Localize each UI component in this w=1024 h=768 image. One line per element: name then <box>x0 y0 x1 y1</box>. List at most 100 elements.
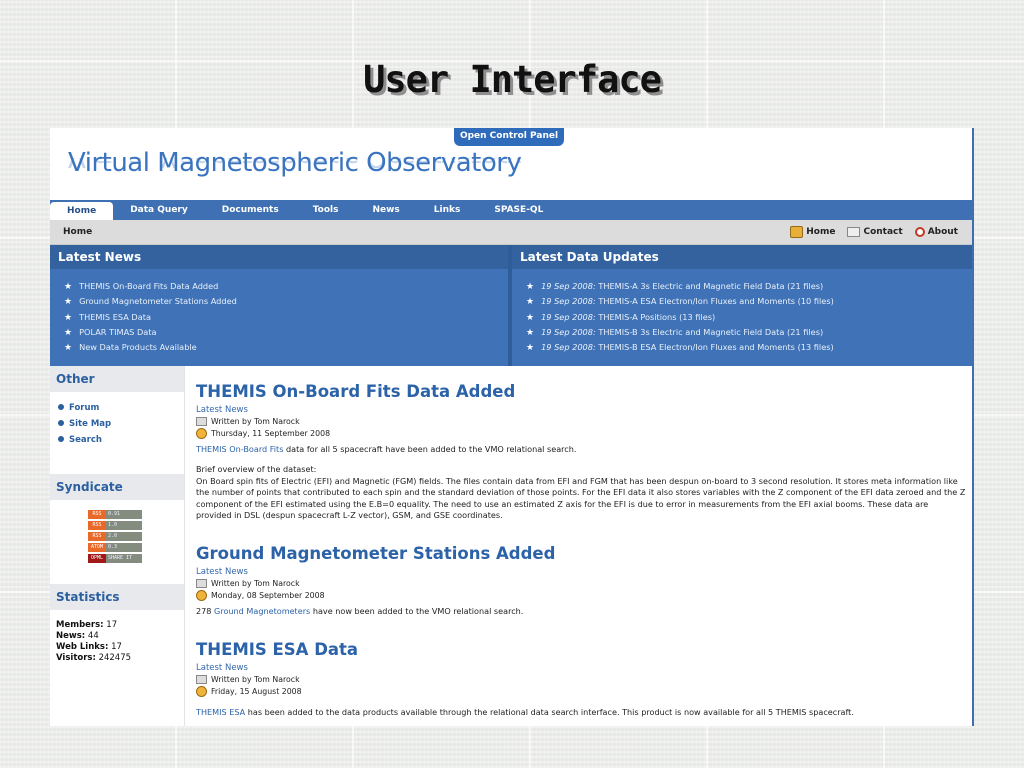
article-category[interactable]: Latest News <box>196 663 966 673</box>
article-title[interactable]: THEMIS On-Board Fits Data Added <box>196 382 966 401</box>
syndicate-heading: Syndicate <box>50 474 184 500</box>
nav-documents[interactable]: Documents <box>205 200 296 220</box>
update-count: (13 files) <box>679 311 716 322</box>
author-icon <box>196 675 207 684</box>
article-category[interactable]: Latest News <box>196 567 966 577</box>
feed-badge-type: ATOM <box>88 543 106 552</box>
feed-badge[interactable]: OPML SHARE IT <box>88 554 142 563</box>
update-count: (10 files) <box>797 296 834 307</box>
update-date: 19 Sep 2008: <box>541 311 596 322</box>
update-date: 19 Sep 2008: <box>541 296 596 307</box>
latest-news-label: New Data Products Available <box>79 342 197 353</box>
nav-spase-ql[interactable]: SPASE-QL <box>477 200 560 220</box>
latest-news-column: Latest News ★ THEMIS On-Board Fits Data A… <box>50 245 508 366</box>
update-date: 19 Sep 2008: <box>541 326 596 337</box>
article-date-row: Thursday, 11 September 2008 <box>196 428 966 439</box>
stat-label: Members: <box>56 620 104 630</box>
stat-row: Visitors: 242475 <box>56 653 131 664</box>
article-lead-link[interactable]: THEMIS ESA <box>196 707 245 717</box>
other-links: Forum Site Map Search <box>58 400 111 448</box>
latest-updates-heading: Latest Data Updates <box>512 245 972 269</box>
nav-news[interactable]: News <box>355 200 416 220</box>
article-author: Written by Tom Narock <box>211 579 300 588</box>
latest-updates-column: Latest Data Updates ★ 19 Sep 2008: THEMIS… <box>512 245 972 366</box>
stat-row: Members: 17 <box>56 620 131 631</box>
update-count: (21 files) <box>787 326 824 337</box>
article-author: Written by Tom Narock <box>211 675 300 684</box>
update-link[interactable]: THEMIS-A Positions <box>598 312 676 322</box>
nav-links[interactable]: Links <box>417 200 478 220</box>
statistics: Members: 17 News: 44 Web Links: 17 Visit… <box>56 620 131 664</box>
feed-badge-version: SHARE IT <box>106 554 142 563</box>
article-date-row: Monday, 08 September 2008 <box>196 590 966 601</box>
article-lead-link[interactable]: THEMIS On-Board Fits <box>196 444 283 454</box>
article: THEMIS ESA Data Latest News Written by T… <box>196 640 966 718</box>
article-lead-text: have now been added to the VMO relationa… <box>310 606 524 616</box>
sidebar: Other Forum Site Map Search Syndicate RS… <box>50 366 184 726</box>
nav-home[interactable]: Home <box>50 202 114 220</box>
bullet-icon <box>58 420 64 426</box>
sidebar-link-forum[interactable]: Forum <box>58 400 111 416</box>
update-count: (13 files) <box>797 342 834 353</box>
article-lead: THEMIS ESA has been added to the data pr… <box>196 707 966 718</box>
star-icon: ★ <box>526 297 535 308</box>
about-icon <box>914 227 925 237</box>
star-icon: ★ <box>64 282 73 292</box>
site-logo-reflection: Virtual Magnetospheric Observatory <box>68 158 521 172</box>
update-link[interactable]: THEMIS-B 3s Electric and Magnetic Field … <box>598 327 784 337</box>
latest-news-item[interactable]: ★ New Data Products Available <box>64 340 508 355</box>
feed-badge[interactable]: ATOM 0.3 <box>88 543 142 552</box>
latest-news-label: THEMIS ESA Data <box>79 311 151 322</box>
top-link-contact[interactable]: Contact <box>847 226 903 238</box>
article-lead: THEMIS On-Board Fits data for all 5 spac… <box>196 444 966 455</box>
latest-news-item[interactable]: ★ POLAR TIMAS Data <box>64 325 508 340</box>
article-author-row: Written by Tom Narock <box>196 579 966 588</box>
bullet-icon <box>58 436 64 442</box>
nav-tools[interactable]: Tools <box>296 200 356 220</box>
feed-badge[interactable]: RSS 2.0 <box>88 532 142 541</box>
feed-badge-type: RSS <box>88 521 106 530</box>
sidebar-link-search[interactable]: Search <box>58 432 111 448</box>
article-title[interactable]: Ground Magnetometer Stations Added <box>196 544 966 563</box>
sidebar-link-site-map[interactable]: Site Map <box>58 416 111 432</box>
article-lead-text: data for all 5 spacecraft have been adde… <box>283 444 577 454</box>
feed-badge[interactable]: RSS 1.0 <box>88 521 142 530</box>
stat-value: 242475 <box>98 653 132 663</box>
stat-label: Web Links: <box>56 642 109 652</box>
article-lead-link[interactable]: Ground Magnetometers <box>214 606 310 616</box>
update-link[interactable]: THEMIS-A 3s Electric and Magnetic Field … <box>598 281 784 291</box>
news-panel: Latest News ★ THEMIS On-Board Fits Data A… <box>50 245 972 366</box>
update-link[interactable]: THEMIS-B ESA Electron/Ion Fluxes and Mom… <box>598 342 795 352</box>
update-item: ★ 19 Sep 2008: THEMIS-A Positions (13 fil… <box>526 310 972 325</box>
star-icon: ★ <box>526 282 535 292</box>
article-title[interactable]: THEMIS ESA Data <box>196 640 966 659</box>
latest-news-item[interactable]: ★ Ground Magnetometer Stations Added <box>64 294 508 309</box>
feed-badge[interactable]: RSS 0.91 <box>88 510 142 519</box>
main-content: THEMIS On-Board Fits Data Added Latest N… <box>184 366 972 726</box>
top-link-about[interactable]: About <box>914 226 958 238</box>
breadcrumb: Home <box>63 227 93 237</box>
star-icon: ★ <box>526 312 535 323</box>
feed-badge-type: RSS <box>88 510 106 519</box>
top-link-home-label: Home <box>806 227 836 237</box>
latest-news-item[interactable]: ★ THEMIS ESA Data <box>64 310 508 325</box>
feed-badge-version: 0.3 <box>106 543 142 552</box>
update-date: 19 Sep 2008: <box>541 281 596 291</box>
article-category[interactable]: Latest News <box>196 405 966 415</box>
feed-badge-type: OPML <box>88 554 106 563</box>
author-icon <box>196 417 207 426</box>
nav-data-query[interactable]: Data Query <box>113 200 205 220</box>
feed-badge-type: RSS <box>88 532 106 541</box>
article-date: Thursday, 11 September 2008 <box>211 429 331 438</box>
star-icon: ★ <box>64 343 73 354</box>
stat-value: 17 <box>106 620 118 630</box>
contact-icon <box>847 227 861 237</box>
top-link-home[interactable]: Home <box>790 226 835 238</box>
author-icon <box>196 579 207 588</box>
open-control-panel-button[interactable]: Open Control Panel <box>454 128 564 146</box>
latest-news-item[interactable]: ★ THEMIS On-Board Fits Data Added <box>64 279 508 294</box>
article-lead: 278 Ground Magnetometers have now been a… <box>196 606 966 617</box>
update-date: 19 Sep 2008: <box>541 342 596 353</box>
update-link[interactable]: THEMIS-A ESA Electron/Ion Fluxes and Mom… <box>598 296 795 306</box>
update-item: ★ 19 Sep 2008: THEMIS-A ESA Electron/Ion … <box>526 294 972 309</box>
